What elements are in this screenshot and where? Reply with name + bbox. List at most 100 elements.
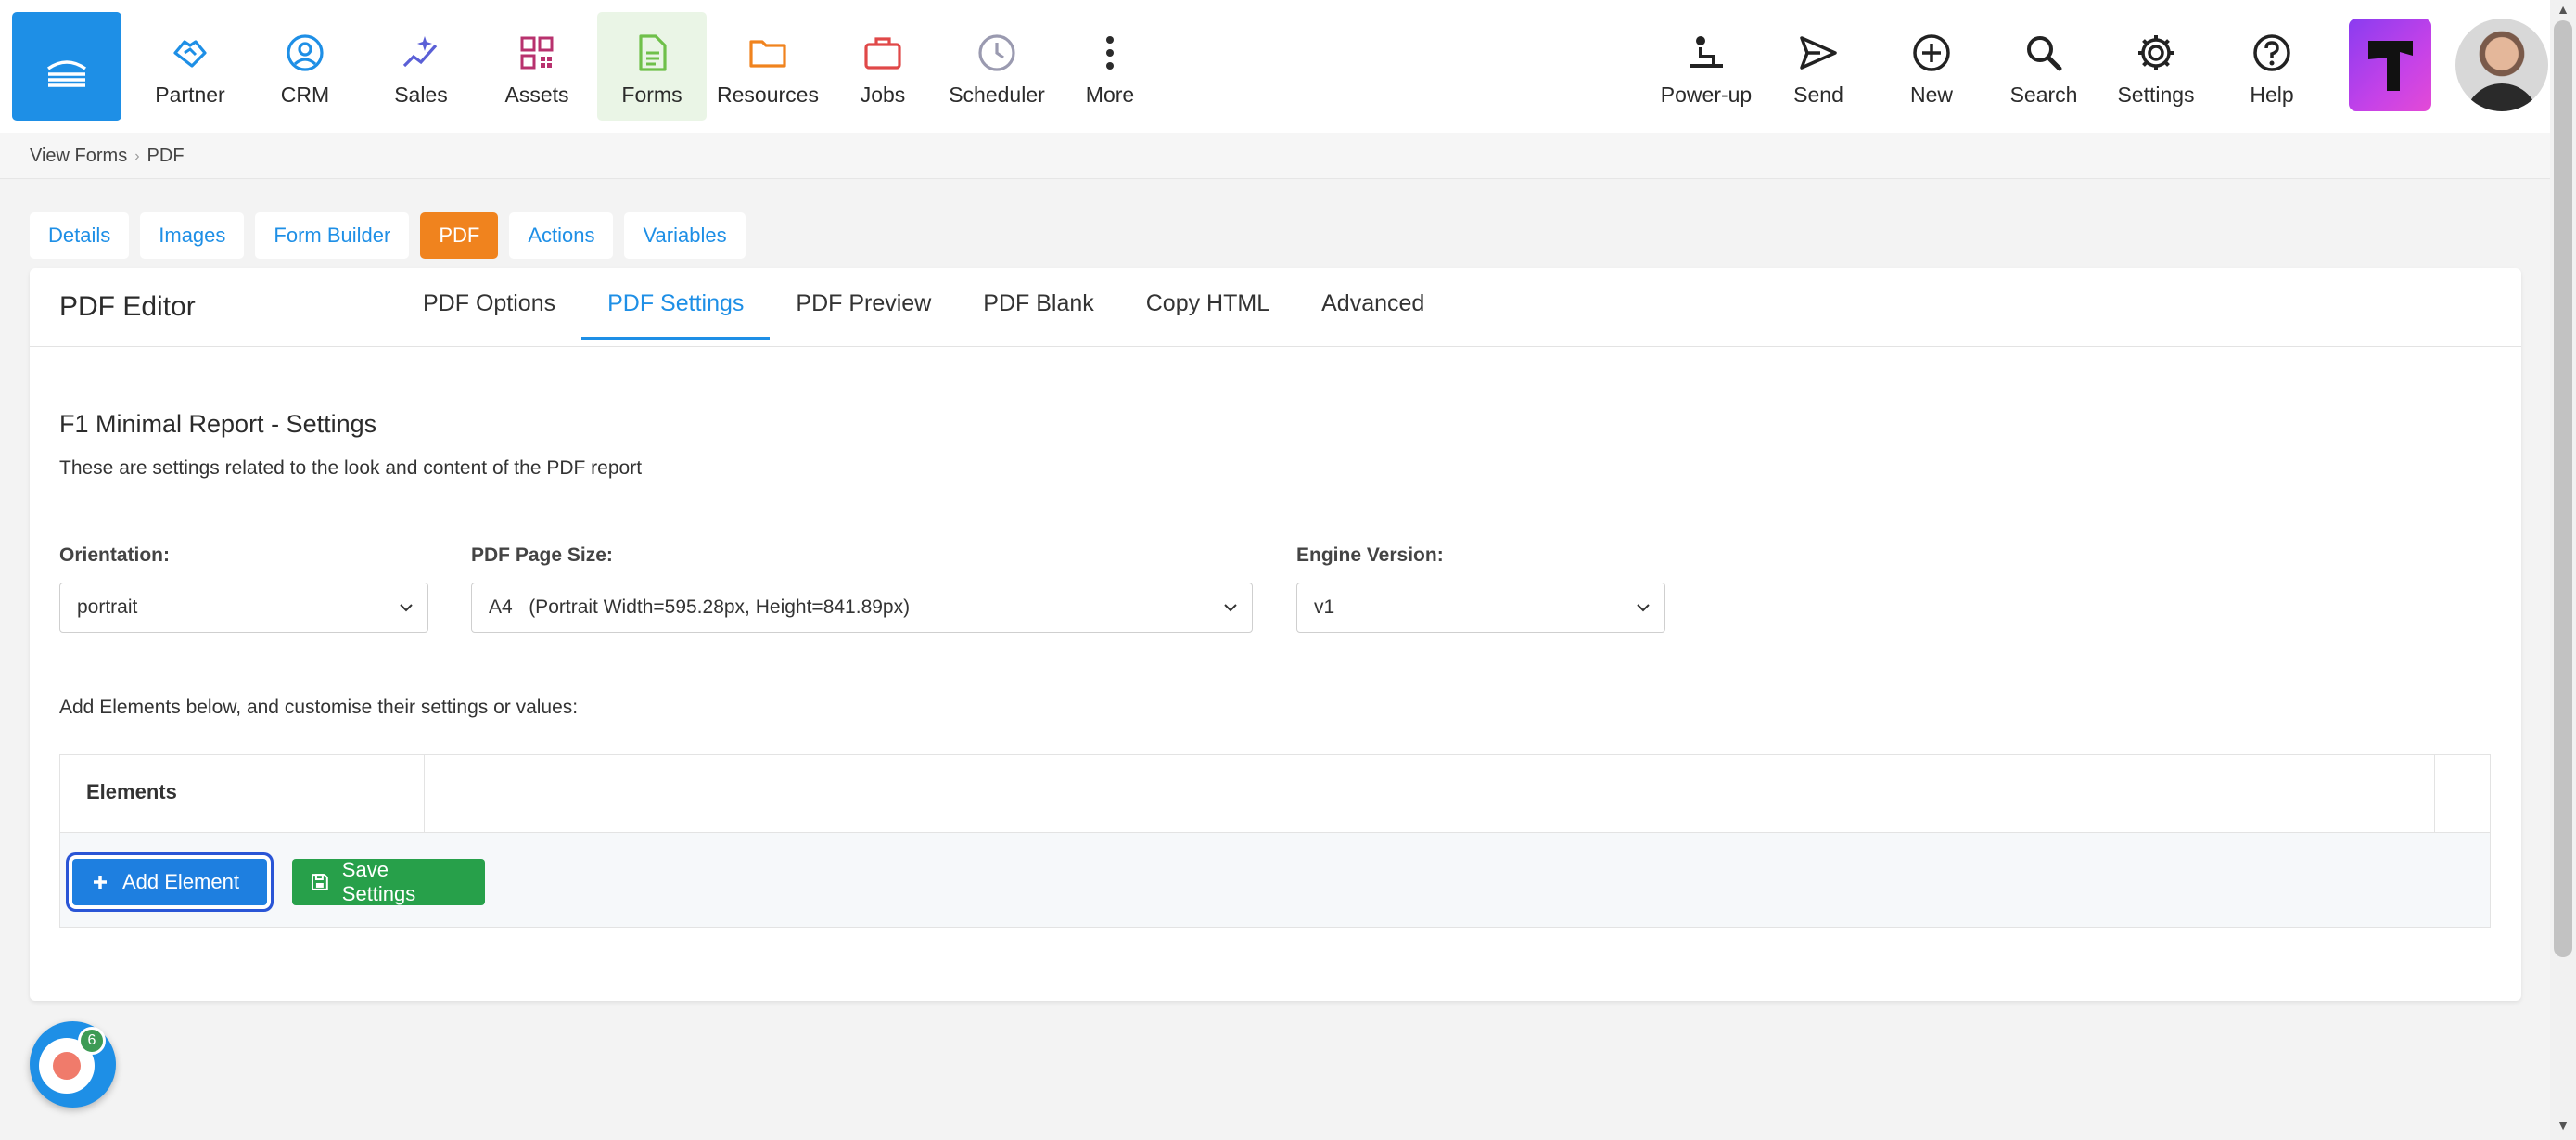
nav-new[interactable]: New [1877, 12, 1986, 121]
pdf-editor-card: PDF Editor PDF Options PDF Settings PDF … [30, 268, 2521, 1001]
nav-label: Search [2009, 83, 2078, 107]
clock-icon [978, 34, 1015, 71]
subtab-pdf-preview[interactable]: PDF Preview [770, 268, 957, 337]
chevron-down-icon [400, 604, 413, 612]
nav-more[interactable]: More [1055, 12, 1165, 121]
engine-version-label: Engine Version: [1296, 544, 1444, 566]
nav-power-up[interactable]: Power-up [1651, 12, 1761, 121]
section-description: These are settings related to the look a… [59, 457, 643, 479]
nav-label: Jobs [860, 83, 906, 107]
person-lift-icon [1690, 36, 1723, 68]
card-header: PDF Editor PDF Options PDF Settings PDF … [30, 268, 2521, 347]
nav-jobs[interactable]: Jobs [828, 12, 937, 121]
nav-forms[interactable]: Forms [597, 12, 707, 121]
tab-images[interactable]: Images [140, 212, 245, 259]
qr-code-icon [520, 36, 554, 70]
nav-send[interactable]: Send [1764, 12, 1873, 121]
engine-version-select[interactable]: v1 [1296, 583, 1665, 633]
add-element-label: Add Element [122, 870, 239, 893]
nav-search[interactable]: Search [1989, 12, 2098, 121]
nav-label: Help [2250, 83, 2294, 107]
nav-resources[interactable]: Resources [713, 12, 823, 121]
save-settings-button[interactable]: Save Settings [292, 858, 485, 905]
plus-circle-icon [1913, 34, 1950, 71]
nav-label: Send [1793, 83, 1843, 107]
section-title: F1 Minimal Report - Settings [59, 410, 377, 438]
send-icon [1800, 36, 1837, 70]
nav-label: Partner [155, 83, 225, 107]
elements-table-header: Elements [60, 755, 2490, 833]
subtab-pdf-options[interactable]: PDF Options [397, 268, 581, 337]
recorder-count-badge: 6 [78, 1027, 106, 1055]
nav-label: New [1909, 83, 1953, 107]
breadcrumb-pdf: PDF [147, 146, 185, 166]
gear-icon [2138, 35, 2174, 70]
subtab-advanced[interactable]: Advanced [1295, 268, 1450, 337]
scroll-thumb[interactable] [2554, 20, 2572, 957]
logo-icon [46, 59, 87, 87]
nav-label: Scheduler [949, 83, 1045, 107]
brand-tile[interactable] [2349, 19, 2431, 111]
save-settings-label: Save Settings [341, 858, 416, 905]
elements-table-end-column [2434, 755, 2490, 833]
orientation-select[interactable]: portrait [59, 583, 428, 633]
breadcrumb: View Forms › PDF [30, 146, 185, 167]
engine-version-value: v1 [1314, 596, 1335, 618]
tab-actions[interactable]: Actions [509, 212, 614, 259]
nav-assets[interactable]: Assets [482, 12, 592, 121]
add-element-button[interactable]: Add Element [72, 859, 267, 905]
breadcrumb-separator-icon: › [134, 147, 140, 164]
briefcase-icon [864, 37, 901, 70]
record-dot-icon [53, 1052, 81, 1080]
avatar-shirt [2465, 83, 2539, 111]
home-logo[interactable] [12, 12, 121, 121]
subtab-pdf-blank[interactable]: PDF Blank [957, 268, 1119, 337]
nav-label: Resources [717, 83, 819, 107]
folder-icon [749, 40, 786, 68]
tab-variables[interactable]: Variables [624, 212, 746, 259]
scroll-up-arrow-icon[interactable]: ▲ [2550, 2, 2576, 20]
subtab-copy-html[interactable]: Copy HTML [1120, 268, 1295, 337]
nav-scheduler[interactable]: Scheduler [942, 12, 1052, 121]
help-circle-icon [2253, 34, 2290, 71]
chevron-down-icon [1224, 604, 1237, 612]
nav-crm[interactable]: CRM [250, 12, 360, 121]
page-size-select[interactable]: A4 (Portrait Width=595.28px, Height=841.… [471, 583, 1253, 633]
tab-form-builder[interactable]: Form Builder [255, 212, 410, 259]
nav-sales[interactable]: Sales [366, 12, 476, 121]
nav-label: More [1085, 83, 1135, 107]
top-navigation: Partner CRM Sales Assets Forms Resources… [0, 0, 2550, 133]
more-vertical-icon [1106, 36, 1114, 70]
nav-help[interactable]: Help [2217, 12, 2327, 121]
chevron-down-icon [1637, 604, 1650, 612]
nav-label: Sales [394, 83, 448, 107]
user-avatar[interactable] [2455, 19, 2548, 111]
pdf-subtabs: PDF Options PDF Settings PDF Preview PDF… [397, 268, 1450, 340]
recorder-widget[interactable]: 6 [30, 1021, 116, 1108]
elements-intro: Add Elements below, and customise their … [59, 697, 579, 718]
nav-label: CRM [280, 83, 330, 107]
nav-settings[interactable]: Settings [2101, 12, 2211, 121]
page-size-label: PDF Page Size: [471, 544, 613, 566]
nav-label: Forms [621, 83, 682, 107]
orientation-label: Orientation: [59, 544, 170, 566]
orientation-value: portrait [77, 596, 138, 618]
search-icon [2027, 36, 2062, 71]
brand-logo-icon [2367, 41, 2413, 91]
save-icon [311, 874, 328, 890]
page-scrollbar[interactable]: ▲ ▼ [2550, 0, 2576, 1140]
card-title: PDF Editor [59, 291, 196, 322]
tab-pdf[interactable]: PDF [420, 212, 499, 259]
sparkle-chart-icon [402, 36, 438, 68]
subtab-pdf-settings[interactable]: PDF Settings [581, 268, 771, 340]
tab-details[interactable]: Details [30, 212, 130, 259]
nav-label: Settings [2117, 83, 2195, 107]
handshake-icon [173, 40, 207, 68]
elements-table-footer: Add Element Save Settings [60, 833, 2490, 927]
breadcrumb-view-forms[interactable]: View Forms [30, 146, 127, 167]
page-size-value: A4 (Portrait Width=595.28px, Height=841.… [489, 596, 911, 618]
nav-partner[interactable]: Partner [135, 12, 245, 121]
scroll-down-arrow-icon[interactable]: ▼ [2550, 1118, 2576, 1136]
main-tabs: Details Images Form Builder PDF Actions … [30, 212, 746, 259]
nav-label: Assets [504, 83, 569, 107]
